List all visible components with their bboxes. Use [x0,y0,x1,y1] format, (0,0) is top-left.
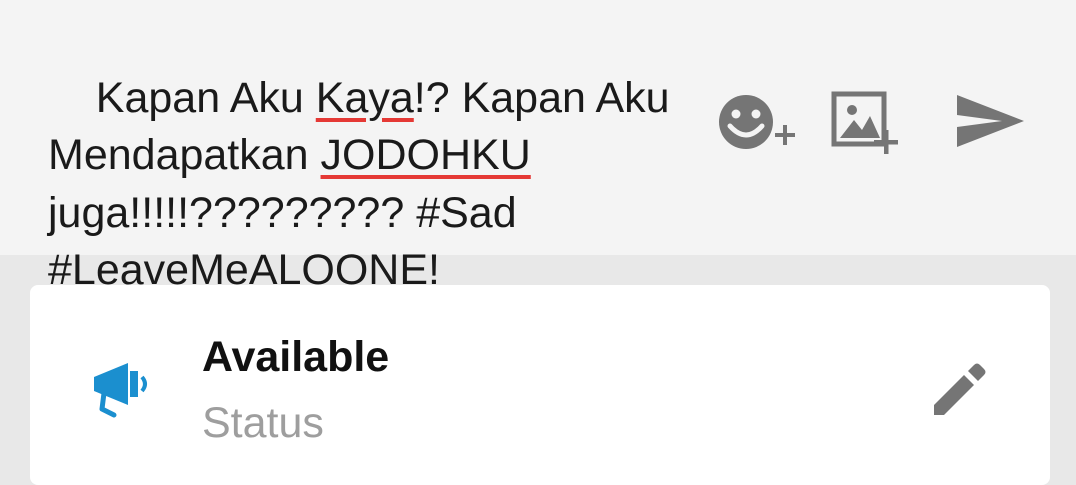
send-button[interactable] [954,92,1026,150]
add-emoji-button[interactable] [716,92,800,152]
status-card[interactable]: Available Status [30,285,1050,485]
message-text-part: Kapan Aku [95,73,316,122]
edit-status-button[interactable] [926,359,992,419]
status-subtitle: Status [202,399,324,447]
send-icon [957,95,1024,147]
add-image-button[interactable] [830,90,902,156]
message-text-part: !? Kapan Aku [413,73,670,122]
emoji-plus-icon [719,95,795,149]
compose-bar: Kapan Aku Kaya!? Kapan Aku Mendapatkan J… [0,0,1076,294]
misspelled-word[interactable]: Kaya [316,74,414,122]
message-text-part: Mendapatkan [48,131,321,179]
megaphone-icon [90,359,152,421]
pencil-icon [934,363,986,415]
image-plus-icon [831,91,898,154]
status-title: Available [202,333,390,381]
misspelled-word[interactable]: JODOHKU [321,131,531,179]
